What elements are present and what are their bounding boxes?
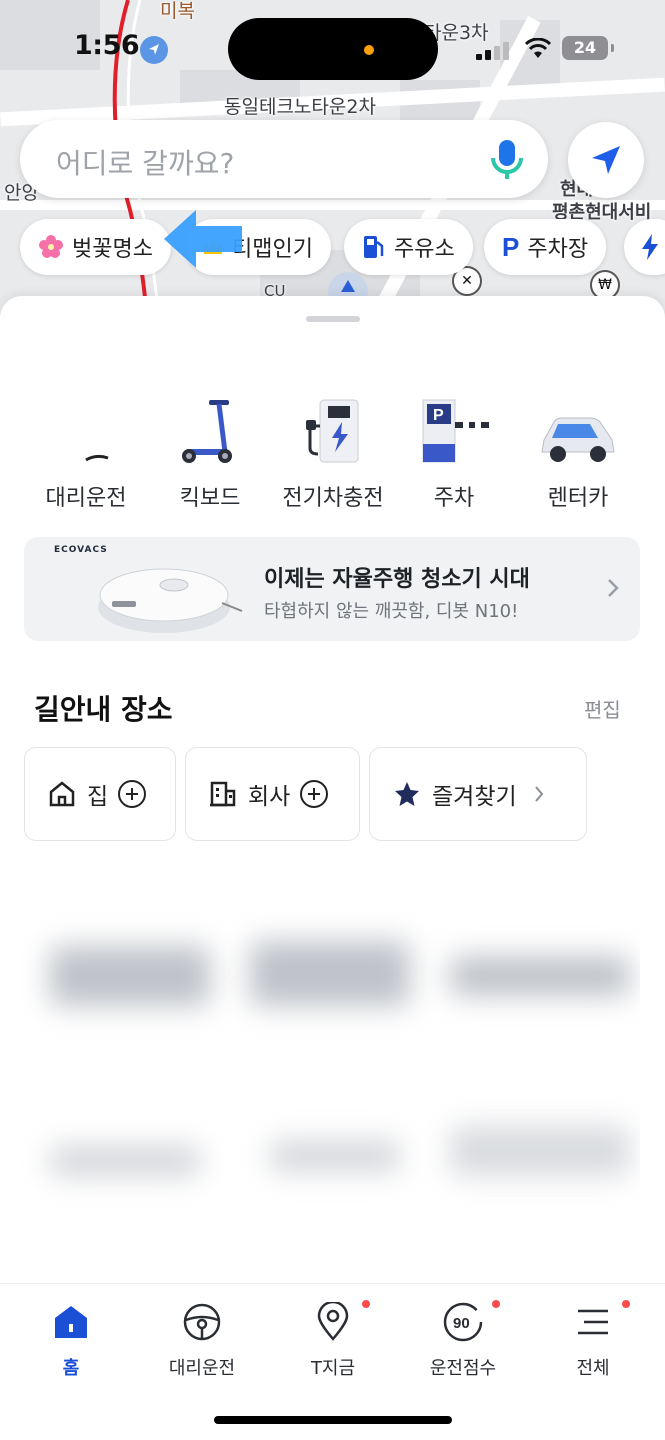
places-section-title: 길안내 장소 [34,693,173,726]
sheet-drag-handle[interactable] [306,316,360,322]
home-tab-icon [16,1300,126,1344]
location-services-icon [140,36,168,64]
battery-indicator: 24 [562,36,614,60]
chip-gas-station[interactable]: 주유소 [344,219,473,275]
tab-chauffeur[interactable]: 대리운전 [147,1300,257,1380]
bottom-sheet: 대리운전 킥보드 전기차충전 P 주차 렌터카 ECOVACS 이제는 자율주행… [0,296,665,1296]
service-ev-charging[interactable]: 전기차충전 [272,356,394,512]
place-home-button[interactable]: 집 [24,747,176,841]
place-office-button[interactable]: 회사 [185,747,360,841]
map-label: 동일테크노타운2차 [224,96,376,118]
service-parking[interactable]: P 주차 [394,356,514,512]
service-kickboard[interactable]: 킥보드 [150,356,270,512]
chip-label: 벚꽃명소 [72,237,153,262]
chauffeur-icon [26,356,146,466]
ad-banner[interactable]: ECOVACS 이제는 자율주행 청소기 시대 타협하지 않는 깨끗함, 디봇 … [24,537,640,641]
kickboard-icon [150,356,270,466]
recording-indicator-icon [364,45,374,55]
robot-vacuum-image [98,568,243,633]
notification-badge [492,1300,500,1308]
steering-wheel-icon [147,1300,257,1344]
tab-label: 홈 [62,1358,80,1379]
wifi-icon [525,38,551,58]
service-rental-car[interactable]: 렌터카 [518,356,638,512]
place-label: 회사 [248,784,291,810]
tab-label: T지금 [310,1358,356,1379]
ev-charger-icon [272,356,394,466]
status-time: 1:56 [74,30,140,61]
blurred-recent-places [20,856,640,1296]
tab-label: 대리운전 [168,1358,236,1379]
tab-label: 전체 [576,1358,610,1379]
notification-badge [362,1300,370,1308]
gas-pump-icon [362,234,386,260]
building-icon [208,779,238,809]
chip-cherry-blossom[interactable]: 벚꽃명소 [20,219,171,275]
tab-home[interactable]: 홈 [16,1300,126,1380]
ad-title: 이제는 자율주행 청소기 시대 [264,567,530,592]
lightning-icon [640,233,660,261]
parking-gate-icon: P [394,356,514,466]
search-bar[interactable]: 어디로 갈까요? [20,120,548,198]
add-icon [300,780,329,808]
menu-icon [538,1300,648,1344]
chip-label: 주유소 [394,237,455,262]
navigation-button[interactable] [568,122,644,198]
home-indicator[interactable] [214,1416,452,1424]
location-pin-icon [278,1300,388,1344]
tab-label: 운전점수 [429,1358,497,1379]
cellular-signal-icon [476,40,512,60]
edit-places-button[interactable]: 편집 [584,694,621,723]
svg-text:90: 90 [453,1315,470,1332]
microphone-icon[interactable] [484,136,530,182]
notification-badge [622,1300,630,1308]
chevron-right-icon [534,786,543,802]
search-placeholder: 어디로 갈까요? [56,147,235,180]
place-label: 즐겨찾기 [432,784,517,810]
tab-driving-score[interactable]: 90 운전점수 [408,1300,518,1380]
service-chauffeur[interactable]: 대리운전 [26,356,146,512]
service-label: 렌터카 [547,486,609,511]
rental-car-icon [518,356,638,466]
service-label: 주차 [433,486,475,511]
chip-label: 티맵인기 [232,237,313,262]
home-icon [47,779,77,809]
chip-parking[interactable]: P 주차장 [484,219,607,275]
place-label: 집 [87,784,109,810]
add-icon [118,780,147,808]
chip-label: 주차장 [527,237,589,262]
service-label: 킥보드 [179,486,241,511]
cherry-blossom-icon [38,234,64,260]
parking-icon: P [502,231,520,262]
chevron-right-icon [608,579,619,597]
dynamic-island [228,18,438,80]
service-label: 대리운전 [45,486,127,511]
tab-all-menu[interactable]: 전체 [538,1300,648,1380]
tab-t-now[interactable]: T지금 [278,1300,388,1380]
highlight-arrow-icon [164,210,242,268]
place-favorites-button[interactable]: 즐겨찾기 [369,747,587,841]
score-90-icon: 90 [408,1300,518,1344]
service-label: 전기차충전 [282,486,384,511]
ad-subtitle: 타협하지 않는 깨끗함, 디봇 N10! [264,601,519,622]
map-label: 미복 [160,0,195,22]
star-icon [392,779,422,809]
navigation-arrow-icon [592,146,620,174]
svg-text:P: P [433,407,444,424]
